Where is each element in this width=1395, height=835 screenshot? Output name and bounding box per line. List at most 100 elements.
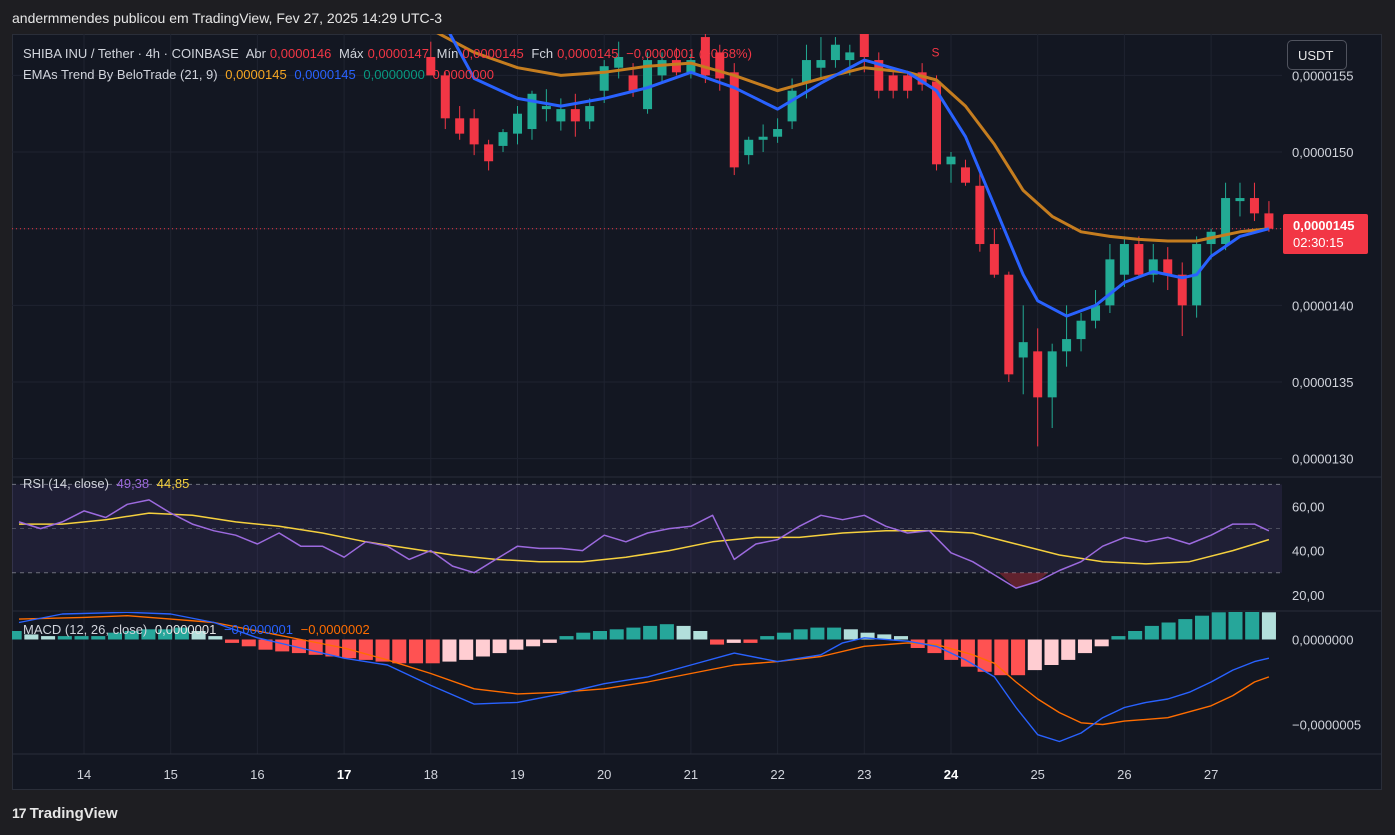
rsi-axis-label: 60,00 — [1292, 499, 1325, 514]
macd-histogram-bar — [710, 639, 725, 645]
macd-histogram-bar — [526, 639, 541, 647]
candle-body — [455, 118, 465, 134]
macd-histogram-bar — [12, 631, 22, 640]
macd-histogram-bar — [1128, 631, 1143, 640]
macd-histogram-bar — [1161, 622, 1176, 640]
macd-histogram-bar — [693, 631, 708, 640]
time-axis-label: 22 — [770, 767, 784, 782]
brand-name: TradingView — [29, 805, 118, 822]
price-axis-label: 0,0000155 — [1292, 68, 1353, 83]
candle-body — [513, 113, 522, 134]
price-axis-label: 0,0000140 — [1292, 298, 1353, 313]
candle-body — [1119, 244, 1129, 275]
candle-body — [585, 106, 595, 122]
macd-line-value: −0,0000001 — [223, 622, 294, 637]
candle-body — [1076, 320, 1086, 340]
rsi-pane — [12, 483, 1282, 589]
ema-fast-line — [448, 34, 1270, 318]
time-axis-label: 20 — [597, 767, 611, 782]
macd-histogram-bar — [659, 624, 674, 640]
candle-body — [599, 66, 609, 91]
candle-body — [1264, 213, 1274, 229]
candle-body — [801, 60, 811, 84]
time-axis-label: 14 — [77, 767, 91, 782]
macd-signal-value: −0,0000002 — [300, 622, 370, 637]
macd-histogram-bar — [1261, 612, 1276, 640]
time-axis-label: 26 — [1117, 767, 1131, 782]
rsi-ma-value: 44,85 — [156, 476, 190, 491]
time-axis-label: 27 — [1204, 767, 1218, 782]
candle-body — [1105, 259, 1115, 306]
high-label: Máx — [339, 46, 364, 61]
candle-body — [758, 136, 768, 140]
macd-histogram-bar — [475, 639, 490, 657]
ema-value-1: 0,0000145 — [225, 67, 287, 82]
candle-body — [1134, 244, 1144, 275]
low-label: Mín — [436, 46, 459, 61]
time-axis-label: 25 — [1030, 767, 1044, 782]
ema-name[interactable]: EMAs Trend By BeloTrade (21, 9) — [23, 67, 218, 82]
price-pane: S — [12, 34, 1282, 447]
sell-signal-marker: S — [932, 46, 940, 60]
candle-body — [888, 75, 898, 91]
macd-histogram-bar — [977, 639, 992, 672]
macd-histogram-bar — [1011, 639, 1026, 676]
macd-histogram-bar — [776, 632, 791, 640]
candle-body — [1018, 342, 1028, 358]
candle-body — [787, 90, 797, 122]
macd-histogram-bar — [676, 625, 691, 640]
candle-body — [816, 60, 826, 68]
macd-legend: MACD (12, 26, close) 0,0000001 −0,000000… — [23, 622, 374, 637]
rsi-axis-label: 40,00 — [1292, 544, 1325, 559]
footer-bar — [0, 791, 1395, 835]
close-label: Fch — [531, 46, 554, 61]
candle-body — [1235, 198, 1245, 202]
macd-histogram-bar — [810, 627, 825, 640]
candle-body — [744, 139, 754, 156]
macd-histogram-bar — [425, 639, 440, 664]
rsi-legend: RSI (14, close) 49,38 44,85 — [23, 476, 193, 491]
ema-value-2: 0,0000145 — [294, 67, 356, 82]
rsi-name[interactable]: RSI (14, close) — [23, 476, 109, 491]
candle-body — [570, 109, 580, 122]
macd-histogram-bar — [643, 625, 658, 640]
macd-histogram-bar — [592, 631, 607, 640]
macd-histogram-bar — [509, 639, 524, 650]
macd-histogram-bar — [442, 639, 457, 662]
candle-body — [845, 52, 855, 61]
macd-histogram-bar — [225, 639, 240, 643]
last-price-value: 0,0000145 — [1293, 218, 1355, 233]
symbol-label[interactable]: SHIBA INU / Tether · 4h · COINBASE — [23, 46, 239, 61]
candle-body — [1004, 274, 1014, 375]
macd-histogram-bar — [893, 636, 909, 640]
macd-histogram-bar — [1111, 636, 1126, 640]
time-axis-label: 16 — [250, 767, 264, 782]
tradingview-logo[interactable]: 17 TradingView — [12, 805, 118, 822]
price-legend: SHIBA INU / Tether · 4h · COINBASE Abr 0,… — [23, 46, 756, 61]
candle-body — [946, 156, 956, 165]
candle-body — [989, 244, 999, 275]
low-value: 0,0000145 — [462, 46, 524, 61]
last-price-label: 0,0000145 02:30:15 — [1283, 214, 1368, 254]
macd-hist-value: 0,0000001 — [154, 622, 217, 637]
macd-histogram-bar — [793, 629, 808, 640]
macd-name[interactable]: MACD (12, 26, close) — [23, 622, 147, 637]
rsi-value: 49,38 — [116, 476, 150, 491]
candle-body — [975, 185, 985, 245]
publisher-line: andermmendes publicou em TradingView, Fe… — [12, 10, 443, 26]
chart-canvas[interactable]: S 0,0000155 0,0000150 0,0000145 0,0000140 0,0… — [12, 34, 1382, 790]
macd-histogram-bar — [1178, 619, 1193, 640]
macd-histogram-bar — [559, 636, 574, 640]
macd-histogram-bar — [1077, 639, 1092, 654]
candle-body — [1033, 351, 1043, 398]
tradingview-logo-icon: 17 — [12, 805, 27, 821]
candle-body — [960, 167, 970, 183]
macd-histogram-bar — [1228, 612, 1243, 640]
macd-histogram-bar — [827, 627, 842, 640]
candle-body — [1221, 198, 1231, 245]
price-axis-label: 0,0000130 — [1292, 452, 1353, 467]
macd-histogram-bar — [1094, 639, 1109, 647]
ema-value-4: 0,0000000 — [432, 67, 494, 82]
currency-button[interactable]: USDT — [1287, 40, 1347, 70]
time-axis-label: 15 — [163, 767, 177, 782]
